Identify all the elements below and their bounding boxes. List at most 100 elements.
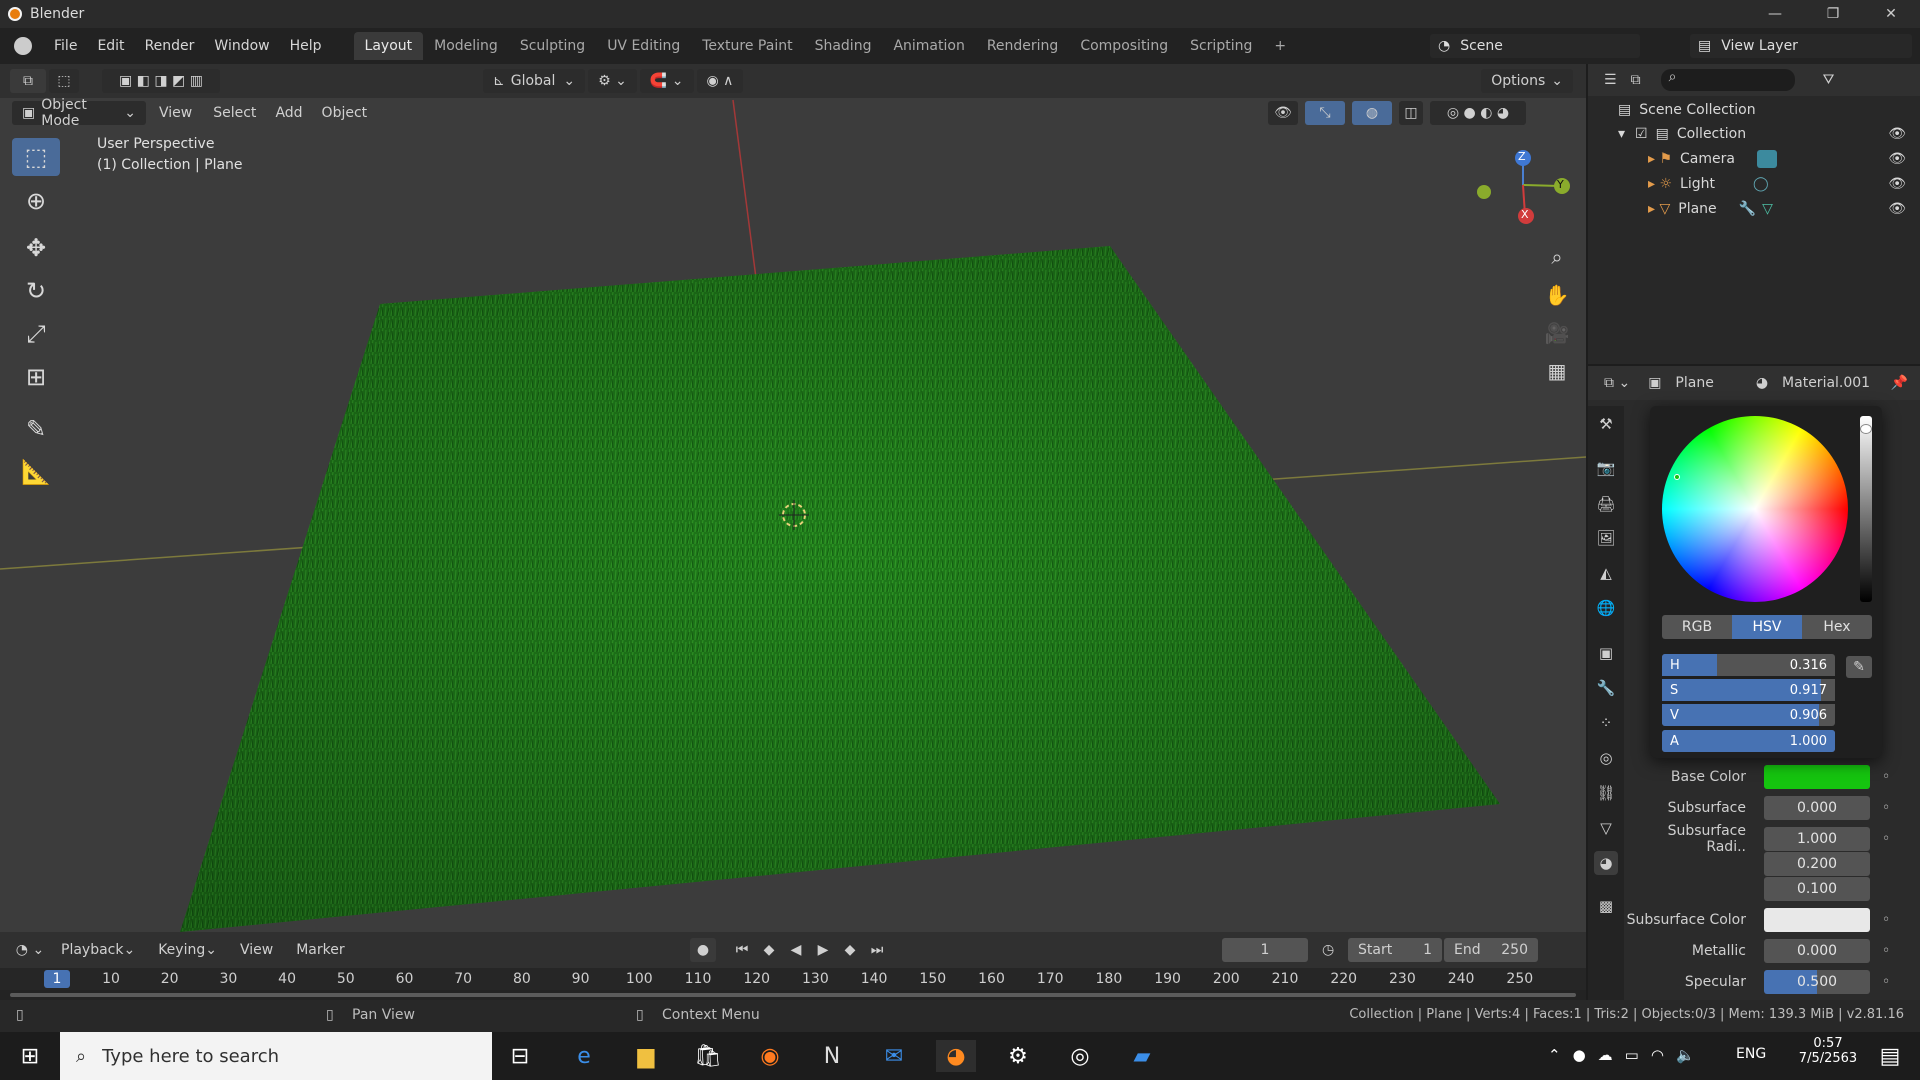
clock-icon[interactable]: ◷ <box>1322 942 1334 958</box>
value-slider[interactable] <box>1860 416 1872 602</box>
subsurface-radius-y-field[interactable]: 0.200 <box>1764 852 1870 876</box>
timeline-scrollbar[interactable] <box>0 990 1586 1000</box>
particles-tab-icon[interactable]: ⁘ <box>1594 711 1618 735</box>
app-tray-icon[interactable]: ● <box>1573 1046 1586 1064</box>
eye-icon[interactable]: 👁 <box>1888 201 1906 217</box>
tab-animation[interactable]: Animation <box>882 32 975 60</box>
link-dot-icon[interactable]: ◦ <box>1882 912 1890 928</box>
outliner-item-camera[interactable]: ▸ ⚑ Camera 👁 <box>1648 147 1920 171</box>
record-icon[interactable]: ● <box>690 938 716 962</box>
base-color-swatch[interactable] <box>1764 765 1870 789</box>
measure-tool-icon[interactable]: 📐 <box>12 453 60 491</box>
select-mode-icons[interactable]: ▣ ◧ ◨ ◩ ▥ <box>102 69 220 93</box>
color-wheel[interactable] <box>1662 416 1848 602</box>
close-button[interactable]: ✕ <box>1862 0 1920 28</box>
windows-start-icon[interactable]: ⊞ <box>10 1040 50 1072</box>
modifier-tab-icon[interactable]: 🔧 <box>1594 676 1618 700</box>
blender-menu-icon[interactable] <box>14 37 32 55</box>
properties-editor-icon[interactable]: ⧉ ⌄ <box>1604 375 1630 391</box>
playback-menu[interactable]: Playback ⌄ <box>51 938 145 962</box>
output-tab-icon[interactable]: 🖨 <box>1594 492 1618 516</box>
edge-icon[interactable]: e <box>564 1040 604 1072</box>
mail-icon[interactable]: ✉ <box>874 1040 914 1072</box>
outliner-item-light[interactable]: ▸ ☼ Light ◯ 👁 <box>1648 172 1920 196</box>
current-frame-field[interactable]: 1 <box>1222 938 1308 962</box>
keying-menu[interactable]: Keying ⌄ <box>148 938 227 962</box>
maximize-button[interactable]: ❐ <box>1804 0 1862 28</box>
blender-taskbar-icon[interactable]: ◕ <box>936 1040 976 1072</box>
options-dropdown[interactable]: Options ⌄ <box>1481 69 1573 93</box>
pivot-icon[interactable]: ⚙ ⌄ <box>588 69 637 93</box>
move-tool-icon[interactable]: ✥ <box>12 229 60 267</box>
menu-add[interactable]: Add <box>267 101 310 125</box>
hex-tab[interactable]: Hex <box>1802 615 1872 639</box>
tab-modeling[interactable]: Modeling <box>423 32 509 60</box>
prev-keyframe-icon[interactable]: ◆ <box>758 938 780 962</box>
hsv-tab[interactable]: HSV <box>1732 615 1802 639</box>
link-dot-icon[interactable]: ◦ <box>1882 800 1890 816</box>
play-icon[interactable]: ▶ <box>812 938 834 962</box>
menu-select[interactable]: Select <box>205 101 264 125</box>
onedrive-icon[interactable]: ☁ <box>1598 1046 1613 1064</box>
collection-row[interactable]: ▾ ☑ ▤ Collection 👁 <box>1618 122 1920 146</box>
value-slider-handle[interactable] <box>1860 424 1872 434</box>
eyedropper-icon[interactable]: ✎ <box>1846 656 1872 678</box>
specular-field[interactable]: 0.500 <box>1764 970 1870 994</box>
outliner-item-plane[interactable]: ▸ ▽ Plane 🔧 ▽ 👁 <box>1648 197 1920 221</box>
outliner-editor-icon[interactable]: ☰ <box>1604 72 1617 88</box>
clock[interactable]: 0:57 7/5/2563 <box>1790 1036 1866 1066</box>
battery-icon[interactable]: ▭ <box>1625 1046 1639 1064</box>
menu-object[interactable]: Object <box>314 101 376 125</box>
tab-compositing[interactable]: Compositing <box>1069 32 1179 60</box>
subsurface-radius-x-field[interactable]: 1.000 <box>1764 827 1870 851</box>
timeline-ruler[interactable]: 1 10 20 30 40 50 60 70 80 90 100 110 120 130 140 150 160… <box>0 968 1586 990</box>
saturation-field[interactable]: S 0.917 <box>1662 679 1835 701</box>
tab-scripting[interactable]: Scripting <box>1179 32 1263 60</box>
tab-layout[interactable]: Layout <box>353 32 424 60</box>
color-wheel-cursor[interactable] <box>1674 474 1680 480</box>
task-view-icon[interactable]: ⊟ <box>500 1040 540 1072</box>
world-tab-icon[interactable]: 🌐 <box>1594 596 1618 620</box>
scene-collection-row[interactable]: ▤ Scene Collection <box>1618 98 1756 122</box>
chevron-up-icon[interactable]: ⌃ <box>1548 1046 1561 1064</box>
language-indicator[interactable]: ENG <box>1736 1046 1766 1062</box>
store-icon[interactable]: 🛍 <box>688 1040 728 1072</box>
next-keyframe-icon[interactable]: ◆ <box>839 938 861 962</box>
metallic-field[interactable]: 0.000 <box>1764 939 1870 963</box>
transform-orientation-dropdown[interactable]: ⊾ Global ⌄ <box>483 69 586 93</box>
visibility-icon[interactable]: 👁 <box>1268 101 1298 125</box>
subsurface-radius-z-field[interactable]: 0.100 <box>1764 877 1870 901</box>
menu-edit[interactable]: Edit <box>87 38 134 54</box>
display-mode-icon[interactable]: ⧉ <box>1631 72 1641 88</box>
view-layer-tab-icon[interactable]: 🖼 <box>1594 526 1618 550</box>
view-layer-selector[interactable]: ▤ View Layer <box>1690 34 1912 58</box>
transform-tool-icon[interactable]: ⊞ <box>12 358 60 396</box>
menu-file[interactable]: File <box>44 38 87 54</box>
scene-tab-icon[interactable]: ◭ <box>1594 561 1618 585</box>
filter-icon[interactable]: ⛛ <box>1823 72 1835 88</box>
tab-sculpting[interactable]: Sculpting <box>509 32 596 60</box>
settings-icon[interactable]: ⚙ <box>998 1040 1038 1072</box>
timeline-editor-icon[interactable]: ◔ ⌄ <box>12 938 48 962</box>
rgb-tab[interactable]: RGB <box>1662 615 1732 639</box>
alpha-field[interactable]: A 1.000 <box>1662 730 1835 752</box>
tab-rendering[interactable]: Rendering <box>976 32 1070 60</box>
end-frame-field[interactable]: End 250 <box>1444 938 1538 962</box>
start-frame-field[interactable]: Start 1 <box>1348 938 1442 962</box>
annotate-tool-icon[interactable]: ✎ <box>12 410 60 448</box>
physics-tab-icon[interactable]: ◎ <box>1594 746 1618 770</box>
value-field[interactable]: V 0.906 <box>1662 704 1835 726</box>
tab-uv-editing[interactable]: UV Editing <box>596 32 691 60</box>
editor-type-icon[interactable]: ⧉ <box>10 69 46 93</box>
menu-view[interactable]: View <box>149 101 202 125</box>
system-tray[interactable]: ⌃ ● ☁ ▭ ◠ 🔈 <box>1548 1046 1695 1064</box>
tab-texture-paint[interactable]: Texture Paint <box>691 32 803 60</box>
scene-selector[interactable]: ◔ Scene <box>1430 34 1640 58</box>
jump-start-icon[interactable]: ⏮ <box>731 938 753 962</box>
link-dot-icon[interactable]: ◦ <box>1882 769 1890 785</box>
play-reverse-icon[interactable]: ◀ <box>785 938 807 962</box>
volume-icon[interactable]: 🔈 <box>1676 1046 1695 1064</box>
tab-shading[interactable]: Shading <box>804 32 883 60</box>
proportional-edit-icon[interactable]: ◉ ∧ <box>696 69 744 93</box>
eye-icon[interactable]: 👁 <box>1888 126 1906 142</box>
